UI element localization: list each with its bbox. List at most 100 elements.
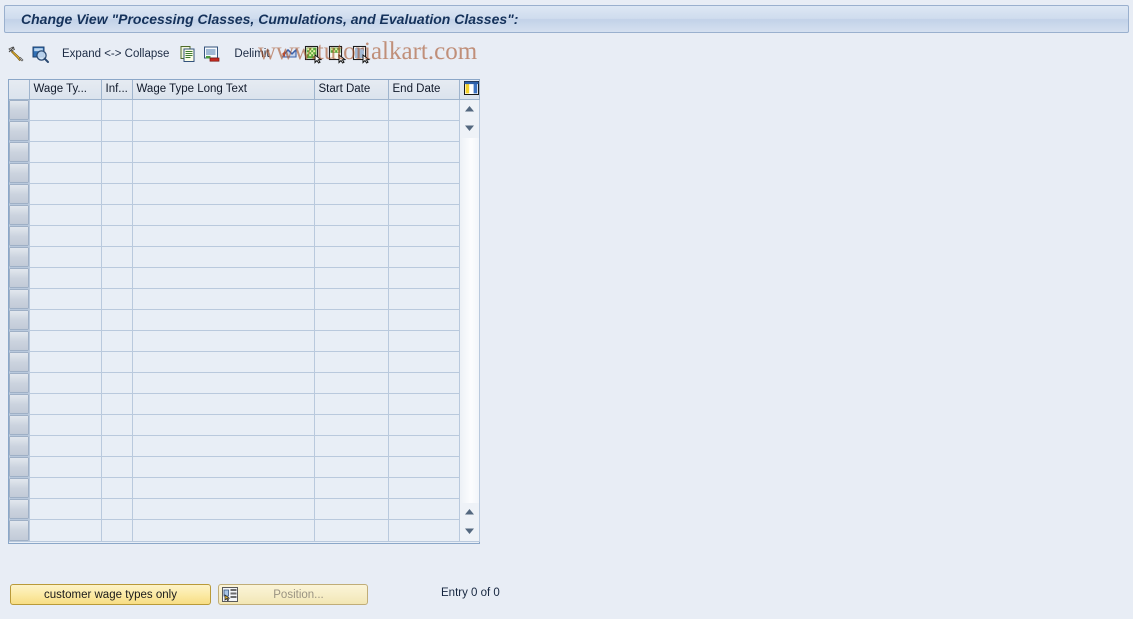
cell-start_date[interactable] <box>314 141 389 163</box>
cell-wage_type[interactable] <box>29 456 102 479</box>
cell-start_date[interactable] <box>314 393 389 416</box>
cell-info[interactable] <box>101 204 133 226</box>
cell-info[interactable] <box>101 99 133 121</box>
cell-long_text[interactable] <box>132 372 315 395</box>
row-select-button[interactable] <box>9 456 30 479</box>
cell-start_date[interactable] <box>314 267 389 289</box>
cell-wage_type[interactable] <box>29 246 102 268</box>
deselect-all-icon[interactable] <box>327 44 347 64</box>
cell-end_date[interactable] <box>388 351 460 374</box>
cell-info[interactable] <box>101 519 133 542</box>
table-settings-icon[interactable] <box>459 80 480 100</box>
cell-start_date[interactable] <box>314 498 389 521</box>
cell-wage_type[interactable] <box>29 393 102 416</box>
table-row[interactable] <box>9 477 479 500</box>
table-row[interactable] <box>9 498 479 521</box>
cell-info[interactable] <box>101 456 133 479</box>
cell-end_date[interactable] <box>388 183 460 205</box>
cell-long_text[interactable] <box>132 477 315 500</box>
table-row[interactable] <box>9 120 479 142</box>
cell-end_date[interactable] <box>388 309 460 332</box>
cell-long_text[interactable] <box>132 456 315 479</box>
cell-end_date[interactable] <box>388 162 460 184</box>
customer-wage-types-only-button[interactable]: customer wage types only <box>10 584 211 605</box>
row-select-button[interactable] <box>9 519 30 542</box>
row-select-button[interactable] <box>9 225 30 247</box>
expand-collapse-button[interactable]: Expand <-> Collapse <box>62 48 169 60</box>
scrollbar-track[interactable] <box>459 137 480 503</box>
cell-long_text[interactable] <box>132 225 315 247</box>
cell-info[interactable] <box>101 435 133 458</box>
delete-row-icon[interactable] <box>202 44 222 64</box>
cell-long_text[interactable] <box>132 519 315 542</box>
row-select-button[interactable] <box>9 477 30 500</box>
table-row[interactable] <box>9 246 479 268</box>
cell-wage_type[interactable] <box>29 225 102 247</box>
cell-info[interactable] <box>101 246 133 268</box>
copy-as-icon[interactable] <box>178 44 198 64</box>
cell-long_text[interactable] <box>132 309 315 332</box>
position-button[interactable]: Position... <box>218 584 368 605</box>
cell-long_text[interactable] <box>132 141 315 163</box>
cell-wage_type[interactable] <box>29 330 102 353</box>
cell-long_text[interactable] <box>132 435 315 458</box>
select-all-column-header[interactable] <box>9 80 30 100</box>
cell-end_date[interactable] <box>388 246 460 268</box>
cell-end_date[interactable] <box>388 414 460 437</box>
table-row[interactable] <box>9 456 479 479</box>
table-row[interactable] <box>9 162 479 184</box>
cell-start_date[interactable] <box>314 225 389 247</box>
table-row[interactable] <box>9 309 479 332</box>
cell-end_date[interactable] <box>388 288 460 310</box>
row-select-button[interactable] <box>9 246 30 268</box>
cell-wage_type[interactable] <box>29 267 102 289</box>
cell-start_date[interactable] <box>314 519 389 542</box>
table-row[interactable] <box>9 351 479 374</box>
table-row[interactable] <box>9 288 479 310</box>
table-row[interactable] <box>9 99 480 542</box>
cell-start_date[interactable] <box>314 162 389 184</box>
undo-arrow-icon[interactable] <box>279 44 299 64</box>
column-header-start-date[interactable]: Start Date <box>314 80 389 100</box>
column-header-wage-type[interactable]: Wage Ty... <box>29 80 102 100</box>
cell-end_date[interactable] <box>388 267 460 289</box>
cell-long_text[interactable] <box>132 414 315 437</box>
column-header-info[interactable]: Inf... <box>101 80 133 100</box>
display-change-icon[interactable] <box>6 44 26 64</box>
cell-wage_type[interactable] <box>29 309 102 332</box>
row-select-button[interactable] <box>9 120 30 142</box>
cell-long_text[interactable] <box>132 393 315 416</box>
cell-info[interactable] <box>101 225 133 247</box>
cell-end_date[interactable] <box>388 393 460 416</box>
table-row[interactable] <box>9 519 479 542</box>
cell-long_text[interactable] <box>132 204 315 226</box>
cell-wage_type[interactable] <box>29 372 102 395</box>
scroll-page-down-icon[interactable] <box>459 502 480 522</box>
cell-info[interactable] <box>101 330 133 353</box>
cell-info[interactable] <box>101 309 133 332</box>
cell-start_date[interactable] <box>314 414 389 437</box>
cell-info[interactable] <box>101 267 133 289</box>
table-row[interactable] <box>9 267 479 289</box>
row-select-button[interactable] <box>9 393 30 416</box>
cell-wage_type[interactable] <box>29 162 102 184</box>
table-row[interactable] <box>9 330 479 353</box>
cell-start_date[interactable] <box>314 477 389 500</box>
column-header-long-text[interactable]: Wage Type Long Text <box>132 80 315 100</box>
cell-info[interactable] <box>101 162 133 184</box>
cell-info[interactable] <box>101 498 133 521</box>
row-select-button[interactable] <box>9 204 30 226</box>
cell-long_text[interactable] <box>132 498 315 521</box>
cell-end_date[interactable] <box>388 456 460 479</box>
cell-end_date[interactable] <box>388 330 460 353</box>
table-row[interactable] <box>9 414 479 437</box>
cell-start_date[interactable] <box>314 330 389 353</box>
cell-start_date[interactable] <box>314 372 389 395</box>
cell-wage_type[interactable] <box>29 414 102 437</box>
cell-wage_type[interactable] <box>29 435 102 458</box>
cell-start_date[interactable] <box>314 183 389 205</box>
cell-start_date[interactable] <box>314 120 389 142</box>
cell-long_text[interactable] <box>132 330 315 353</box>
delimit-button[interactable]: Delimit <box>234 48 269 60</box>
cell-long_text[interactable] <box>132 351 315 374</box>
